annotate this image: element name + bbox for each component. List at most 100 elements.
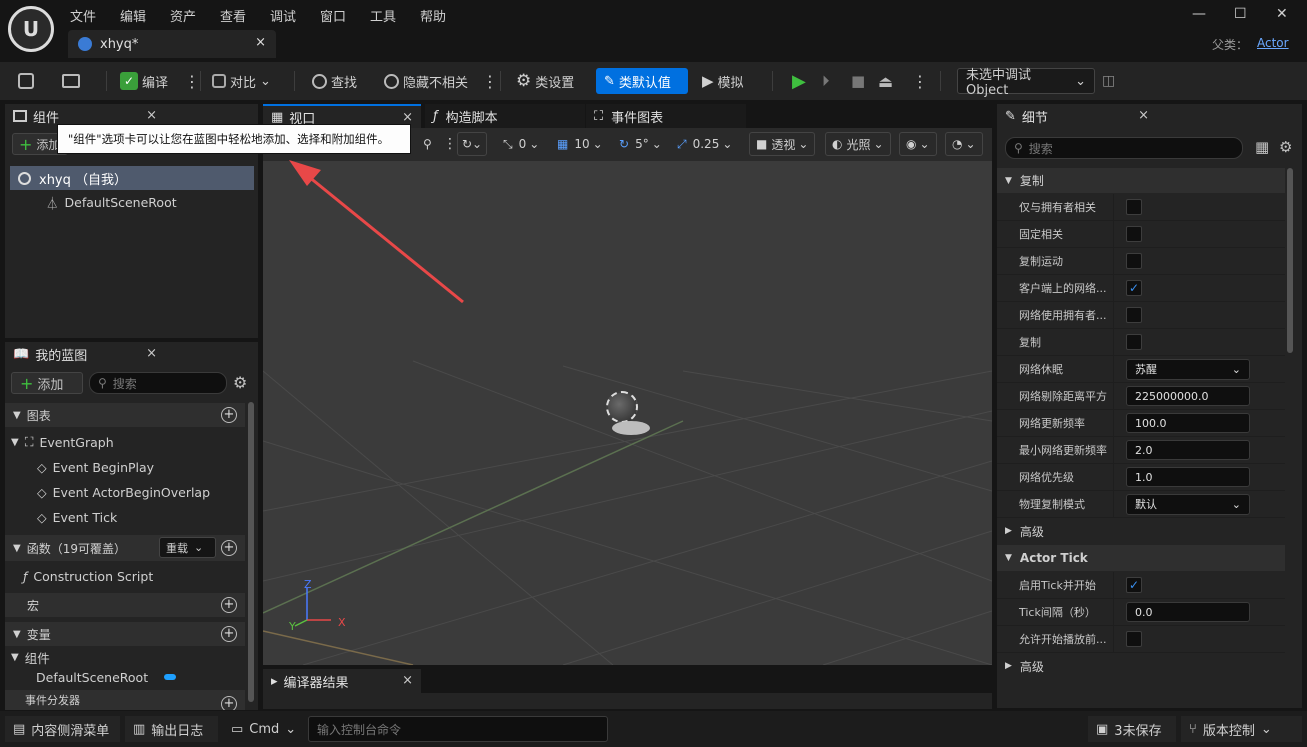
source-control-button[interactable]: ⑂ 版本控制 ⌄ <box>1181 716 1302 742</box>
property-dropdown[interactable]: 苏醒 ⌄ <box>1126 358 1250 380</box>
document-tab-close-icon[interactable]: × <box>255 35 266 50</box>
my-blueprint-add-button[interactable]: + 添加 <box>11 372 83 394</box>
hide-unrelated-button[interactable]: 隐藏不相关 <box>384 68 468 94</box>
menu-asset[interactable]: 资产 <box>170 6 196 25</box>
parent-class-link[interactable]: Actor <box>1257 36 1289 50</box>
tab-construction-script[interactable]: ƒ 构造脚本 <box>425 104 585 128</box>
my-blueprint-search-input[interactable]: ⚲ 搜索 <box>89 372 227 394</box>
close-icon[interactable]: × <box>402 110 413 125</box>
simulate-button[interactable]: ▶ 模拟 <box>702 68 744 94</box>
diff-button[interactable]: 对比 ⌄ <box>212 68 271 94</box>
menu-window[interactable]: 窗口 <box>320 6 346 25</box>
maximize-button[interactable]: ☐ <box>1234 6 1247 22</box>
my-blueprint-tab[interactable]: 📖 我的蓝图 × <box>5 342 165 366</box>
component-item-default-scene-root[interactable]: ⏃ DefaultSceneRoot <box>10 190 254 214</box>
event-item[interactable]: ◇ Event BeginPlay <box>5 455 154 479</box>
debug-browse-icon[interactable]: ◫ <box>1102 68 1115 94</box>
graphs-category[interactable]: ▼ 图表 + <box>5 403 245 427</box>
cmd-dropdown[interactable]: ▭ Cmd ⌄ <box>223 716 301 742</box>
find-button[interactable]: 查找 <box>312 68 357 94</box>
property-checkbox[interactable] <box>1126 334 1142 350</box>
menu-view[interactable]: 查看 <box>220 6 246 25</box>
add-variable-icon[interactable]: + <box>221 626 237 642</box>
gear-icon[interactable]: ⚙ <box>1279 138 1292 156</box>
property-checkbox[interactable] <box>1126 307 1142 323</box>
property-checkbox[interactable]: ✓ <box>1126 577 1142 593</box>
actor-sphere-icon[interactable] <box>606 391 638 423</box>
replication-category[interactable]: ▼ 复制 <box>997 168 1285 193</box>
property-input[interactable]: 0.0 <box>1126 602 1250 622</box>
property-checkbox[interactable] <box>1126 199 1142 215</box>
eject-button[interactable]: ⏏ <box>878 68 893 94</box>
variables-category[interactable]: ▼ 变量 + <box>5 622 245 646</box>
document-tab[interactable]: xhyq* × <box>68 30 276 58</box>
property-input[interactable]: 100.0 <box>1126 413 1250 433</box>
event-dispatchers-label: 事件分发器 <box>25 694 80 707</box>
close-icon[interactable]: × <box>1138 108 1149 123</box>
add-dispatcher-icon[interactable]: + <box>221 696 237 710</box>
event-dispatchers-category[interactable]: 事件分发器 + <box>5 690 245 710</box>
table-view-icon[interactable]: ▦ <box>1255 138 1269 156</box>
tab-event-graph[interactable]: ⛶ 事件图表 <box>586 104 746 128</box>
menu-edit[interactable]: 编辑 <box>120 6 146 25</box>
browse-button[interactable] <box>62 68 84 94</box>
override-dropdown[interactable]: 重载 ⌄ <box>159 537 216 558</box>
save-button[interactable] <box>18 68 38 94</box>
property-checkbox[interactable]: ✓ <box>1126 280 1142 296</box>
gear-icon[interactable]: ⚙ <box>233 373 247 392</box>
menu-help[interactable]: 帮助 <box>420 6 446 25</box>
hide-options-icon[interactable]: ⋮ <box>482 68 498 94</box>
stop-button[interactable]: ■ <box>851 68 865 94</box>
default-scene-root-variable[interactable]: DefaultSceneRoot <box>5 667 177 687</box>
property-dropdown[interactable]: 默认 ⌄ <box>1126 493 1250 515</box>
actor-tick-category[interactable]: ▼ Actor Tick <box>997 545 1285 571</box>
event-graph-item[interactable]: ▼ ⛶ EventGraph <box>5 430 114 454</box>
debug-object-dropdown[interactable]: 未选中调试Object ⌄ <box>957 68 1095 98</box>
scrollbar[interactable] <box>1287 168 1293 353</box>
menu-file[interactable]: 文件 <box>70 6 96 25</box>
close-icon[interactable]: × <box>146 346 157 361</box>
details-search-input[interactable]: ⚲ 搜索 <box>1005 137 1243 159</box>
add-graph-icon[interactable]: + <box>221 407 237 423</box>
event-item[interactable]: ◇ Event ActorBeginOverlap <box>5 480 210 504</box>
play-button[interactable]: ▶ <box>792 68 806 94</box>
details-tab[interactable]: ✎ 细节 × <box>997 104 1157 128</box>
compiler-results-tab[interactable]: ▸ 编译器结果 × <box>263 669 421 693</box>
event-item[interactable]: ◇ Event Tick <box>5 505 117 529</box>
property-checkbox[interactable] <box>1126 631 1142 647</box>
add-macro-icon[interactable]: + <box>221 597 237 613</box>
property-checkbox[interactable] <box>1126 253 1142 269</box>
compile-button[interactable]: ✓ 编译 <box>120 68 168 94</box>
unreal-logo-icon[interactable]: U <box>8 6 54 52</box>
event-diamond-icon: ◇ <box>37 509 47 525</box>
add-function-icon[interactable]: + <box>221 540 237 556</box>
close-window-button[interactable]: ✕ <box>1276 6 1288 22</box>
content-drawer-button[interactable]: ▤ 内容侧滑菜单 <box>5 716 120 742</box>
property-input[interactable]: 2.0 <box>1126 440 1250 460</box>
close-icon[interactable]: × <box>402 673 413 688</box>
property-checkbox[interactable] <box>1126 226 1142 242</box>
property-input[interactable]: 1.0 <box>1126 467 1250 487</box>
close-icon[interactable]: × <box>146 108 157 123</box>
component-item-self[interactable]: xhyq （自我） <box>10 166 254 190</box>
menu-tools[interactable]: 工具 <box>370 6 396 25</box>
play-options-icon[interactable]: ⋮ <box>912 68 928 94</box>
construction-script-item[interactable]: ƒ Construction Script <box>5 564 153 588</box>
class-settings-button[interactable]: ⚙ 类设置 <box>516 68 574 94</box>
minimize-button[interactable]: — <box>1192 6 1206 22</box>
output-log-button[interactable]: ▥ 输出日志 <box>125 716 218 742</box>
scrollbar[interactable] <box>248 402 254 702</box>
advanced-category[interactable]: ▶ 高级 <box>997 518 1285 544</box>
functions-category[interactable]: ▼ 函数（19可覆盖） 重载 ⌄ + <box>5 535 245 561</box>
macros-category[interactable]: 宏 + <box>5 593 245 617</box>
console-input[interactable]: 输入控制台命令 <box>308 716 608 742</box>
menu-debug[interactable]: 调试 <box>270 6 296 25</box>
components-variable-group[interactable]: ▼ 组件 <box>5 648 50 666</box>
viewport[interactable]: ⚲ ⋮ ↻⌄ ⤡ 0 ⌄ ▦ 10 ⌄ ↻ 5° ⌄ ⤢ 0.25 ⌄ ■ 透视 ⌄ ◐ 光照 ⌄ ◉ ⌄… <box>263 128 992 665</box>
property-input[interactable]: 225000000.0 <box>1126 386 1250 406</box>
step-button[interactable]: ⏵ <box>822 68 830 94</box>
class-defaults-button[interactable]: ✎ 类默认值 <box>596 68 688 94</box>
unsaved-button[interactable]: ▣ 3未保存 <box>1088 716 1176 742</box>
advanced-category[interactable]: ▶ 高级 <box>997 653 1285 679</box>
compile-options-icon[interactable]: ⋮ <box>184 68 200 94</box>
